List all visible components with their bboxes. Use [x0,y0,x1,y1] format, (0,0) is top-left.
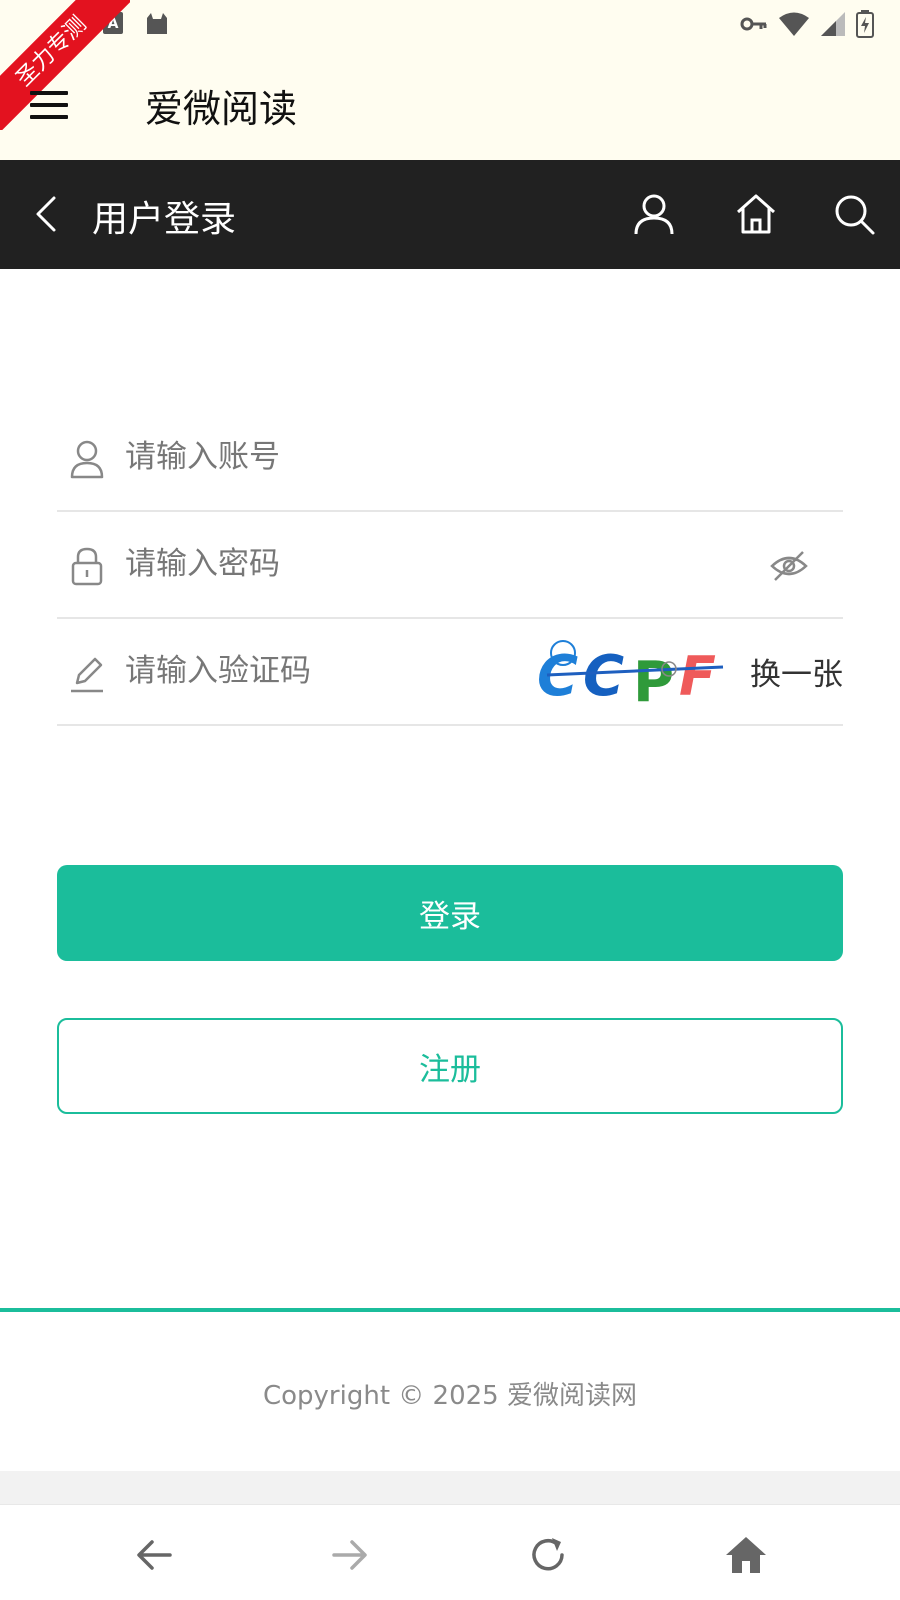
copyright-text: Copyright © 2025 爱微阅读网 [262,1381,637,1411]
user-icon [634,194,674,235]
account-input[interactable] [125,431,516,483]
menu-icon-bar [30,91,68,95]
svg-text:C: C [537,644,578,709]
refresh-captcha-link[interactable]: 换一张 [750,649,843,694]
password-input[interactable] [125,538,516,590]
captcha-image[interactable]: C C P F [537,635,729,715]
wifi-icon [778,11,810,37]
menu-icon-bar [30,103,68,107]
arrow-right-icon [332,1540,367,1570]
refresh-icon [532,1538,564,1571]
lock-icon [69,546,105,586]
menu-icon-bar [30,115,68,119]
search-button[interactable] [830,190,878,238]
browser-home-button[interactable] [724,1533,768,1577]
browser-refresh-button[interactable] [526,1533,570,1577]
footer-divider [0,1308,900,1312]
pencil-icon [69,653,105,693]
cat-icon [144,10,170,36]
signal-icon [820,11,846,37]
login-form: C C P F 换一张 [57,405,843,726]
login-button[interactable]: 登录 [57,865,843,961]
back-button[interactable] [24,190,72,238]
svg-text:C: C [583,644,624,709]
home-button[interactable] [732,190,780,238]
menu-button[interactable] [30,82,82,128]
battery-charging-icon [856,10,874,38]
browser-toolbar [0,1504,900,1600]
status-bar: A [0,0,900,48]
page-bottom-band [0,1471,900,1504]
app-header: 爱微阅读 [0,56,900,156]
app-title: 爱微阅读 [145,87,298,131]
user-outline-icon [69,439,105,479]
arrow-left-icon [137,1540,172,1570]
home-filled-icon [726,1537,766,1573]
register-button[interactable]: 注册 [57,1018,843,1114]
browser-back-button[interactable] [132,1533,176,1577]
account-row [57,405,843,512]
user-button[interactable] [630,190,678,238]
eye-off-icon[interactable] [769,548,809,584]
chevron-left-icon [36,196,56,232]
key-icon [740,14,768,34]
svg-text:F: F [679,645,716,708]
browser-forward-button[interactable] [328,1533,372,1577]
captcha-row: C C P F 换一张 [57,619,843,726]
captcha-input[interactable] [125,645,516,697]
search-icon [835,195,875,235]
top-area: A 圣力专测 爱微阅读 [0,0,900,160]
nav-bar: 用户登录 [0,160,900,269]
page-title: 用户登录 [92,199,237,240]
svg-text:P: P [633,650,674,713]
password-row [57,512,843,619]
home-icon [737,194,775,234]
